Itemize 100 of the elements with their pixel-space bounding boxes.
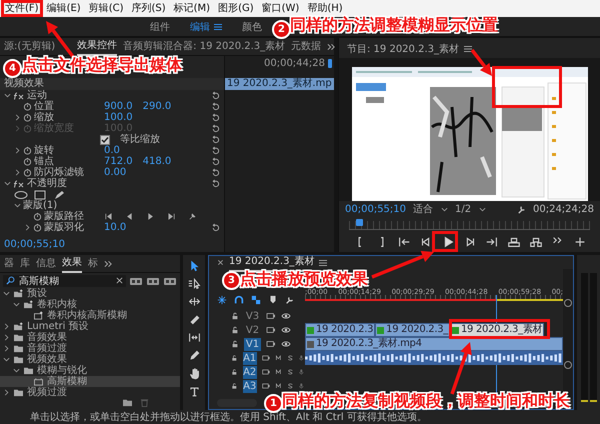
video-clip[interactable]: 19 2020.2.3_素材 bbox=[450, 323, 544, 337]
chevron-icon[interactable] bbox=[3, 356, 10, 364]
microphone-icon[interactable] bbox=[298, 354, 305, 362]
stopwatch-icon[interactable] bbox=[23, 102, 32, 111]
chevron-icon[interactable] bbox=[4, 92, 11, 99]
video-clip[interactable]: 19 2020.2.3_ bbox=[375, 323, 450, 337]
tree-item[interactable]: 预设 bbox=[0, 288, 180, 300]
pen-icon[interactable] bbox=[52, 190, 66, 200]
parameter-value[interactable]: 900.0 bbox=[104, 101, 133, 112]
lock-icon[interactable] bbox=[231, 368, 238, 376]
blade-icon[interactable] bbox=[188, 313, 200, 326]
hand-icon[interactable] bbox=[188, 367, 200, 380]
parameter-value[interactable]: 100.0 bbox=[104, 112, 133, 123]
microphone-icon[interactable] bbox=[298, 368, 305, 376]
track-target-toggle[interactable]: V1 bbox=[244, 338, 261, 350]
scrubber-track[interactable] bbox=[349, 221, 590, 230]
reset-icon[interactable] bbox=[211, 223, 220, 232]
dashed-arrow-icon[interactable] bbox=[188, 277, 200, 290]
checkbox[interactable] bbox=[100, 134, 110, 144]
lock-icon[interactable] bbox=[231, 312, 239, 320]
parameter-value[interactable]: 0.0 bbox=[104, 145, 120, 156]
tree-item[interactable]: 视频过渡 bbox=[0, 387, 180, 398]
eye-icon[interactable] bbox=[281, 326, 291, 334]
playhead-handle[interactable] bbox=[328, 58, 332, 68]
panel-tab[interactable]: 信息 bbox=[36, 256, 56, 272]
stopwatch-icon[interactable] bbox=[33, 212, 42, 221]
parameter-value[interactable]: 712.0 bbox=[104, 156, 133, 167]
eye-icon[interactable] bbox=[281, 340, 291, 348]
scroll-handle[interactable] bbox=[564, 361, 572, 369]
track-target-toggle[interactable]: A1 bbox=[242, 352, 257, 364]
magnet-icon[interactable] bbox=[234, 295, 244, 305]
chevron-icon[interactable] bbox=[3, 345, 10, 352]
tree-item[interactable]: 卷积内核高斯模糊 bbox=[0, 310, 180, 322]
scroll-handle[interactable] bbox=[564, 299, 572, 307]
menu-item[interactable]: 标记(M) bbox=[174, 2, 210, 14]
chevron-icon[interactable] bbox=[3, 334, 10, 342]
panel-tab[interactable]: 音频剪辑混合器: 19 2020.2.3_素材 bbox=[123, 38, 286, 54]
lift-icon[interactable] bbox=[506, 235, 520, 249]
sync-lock-icon[interactable] bbox=[262, 354, 270, 362]
reset-icon[interactable] bbox=[211, 157, 220, 166]
chevron-icon[interactable] bbox=[24, 224, 31, 231]
stopwatch-icon[interactable] bbox=[33, 223, 42, 232]
reset-icon[interactable] bbox=[211, 91, 220, 100]
video-clip[interactable]: 19 2020.2.3 bbox=[305, 323, 376, 337]
menu-item[interactable]: 帮助(H) bbox=[307, 2, 343, 14]
wrench-icon[interactable] bbox=[285, 295, 295, 305]
menu-icon[interactable] bbox=[214, 22, 222, 30]
tree-item[interactable]: 视频效果 bbox=[0, 354, 180, 366]
playhead-handle[interactable] bbox=[356, 219, 364, 226]
pen-icon[interactable] bbox=[188, 349, 200, 362]
nest-icon[interactable] bbox=[217, 295, 227, 305]
lock-icon[interactable] bbox=[231, 354, 238, 362]
go-to-in-icon[interactable] bbox=[396, 235, 410, 249]
menu-icon[interactable] bbox=[319, 258, 328, 266]
chevron-icon[interactable] bbox=[14, 169, 21, 176]
resolution-dropdown[interactable]: 1/2 bbox=[455, 204, 486, 214]
more-icon[interactable] bbox=[327, 42, 336, 50]
sync-lock-icon[interactable] bbox=[266, 312, 276, 320]
tree-item[interactable]: 高斯模糊 bbox=[0, 376, 180, 388]
chevron-icon[interactable] bbox=[3, 323, 10, 330]
tree-item[interactable]: Lumetri 预设 bbox=[0, 321, 180, 332]
panel-tab[interactable]: 源:(无剪辑) bbox=[4, 38, 56, 54]
menu-item[interactable]: 文件(F) bbox=[5, 2, 39, 14]
accelerated-effects-icon[interactable] bbox=[129, 276, 143, 286]
next-keyframe-icon[interactable] bbox=[167, 212, 176, 221]
eye-icon[interactable] bbox=[281, 312, 291, 320]
chevron-icon[interactable] bbox=[13, 367, 20, 374]
parameter-value[interactable]: 418.0 bbox=[142, 156, 172, 167]
rectangle-mask-icon[interactable] bbox=[33, 190, 47, 200]
microphone-icon[interactable] bbox=[298, 382, 305, 390]
track-target-toggle[interactable]: A3 bbox=[242, 380, 257, 392]
sync-lock-icon[interactable] bbox=[266, 326, 276, 334]
clear-icon[interactable] bbox=[116, 277, 123, 284]
lock-icon[interactable] bbox=[231, 382, 238, 390]
workspace-tab[interactable]: 颜色 bbox=[242, 20, 262, 34]
panel-tab[interactable]: 标 bbox=[88, 256, 98, 272]
lock-icon[interactable] bbox=[231, 326, 239, 334]
sync-lock-icon[interactable] bbox=[262, 368, 270, 376]
parameter-value[interactable]: 290.0 bbox=[142, 101, 172, 112]
play-icon[interactable] bbox=[146, 212, 155, 221]
chevron-icon[interactable] bbox=[14, 202, 21, 209]
reset-icon[interactable] bbox=[211, 102, 220, 111]
chevron-icon[interactable] bbox=[13, 301, 20, 308]
tree-item[interactable]: 卷积内核 bbox=[0, 299, 180, 310]
wrench-icon[interactable] bbox=[516, 204, 526, 214]
bracket-arrows-icon[interactable] bbox=[188, 331, 200, 344]
add-icon[interactable] bbox=[572, 235, 586, 249]
menu-item[interactable]: 图形(G) bbox=[218, 2, 254, 14]
panel-tab[interactable]: 器 bbox=[4, 256, 14, 272]
ellipse-mask-icon[interactable] bbox=[14, 190, 28, 200]
fx-icon[interactable] bbox=[13, 92, 25, 100]
split-arrows-icon[interactable] bbox=[188, 295, 200, 308]
track-target-toggle[interactable]: V2 bbox=[244, 324, 261, 336]
reset-icon[interactable] bbox=[211, 146, 220, 155]
chevron-icon[interactable] bbox=[14, 147, 21, 154]
tree-item[interactable]: 音频效果 bbox=[0, 332, 180, 344]
track-target-toggle[interactable]: A2 bbox=[242, 366, 257, 378]
bit-depth-icon[interactable] bbox=[146, 276, 160, 286]
chevron-icon[interactable] bbox=[14, 114, 21, 121]
clip-bar[interactable]: 19 2020.2.3_素材.mp bbox=[225, 78, 334, 90]
